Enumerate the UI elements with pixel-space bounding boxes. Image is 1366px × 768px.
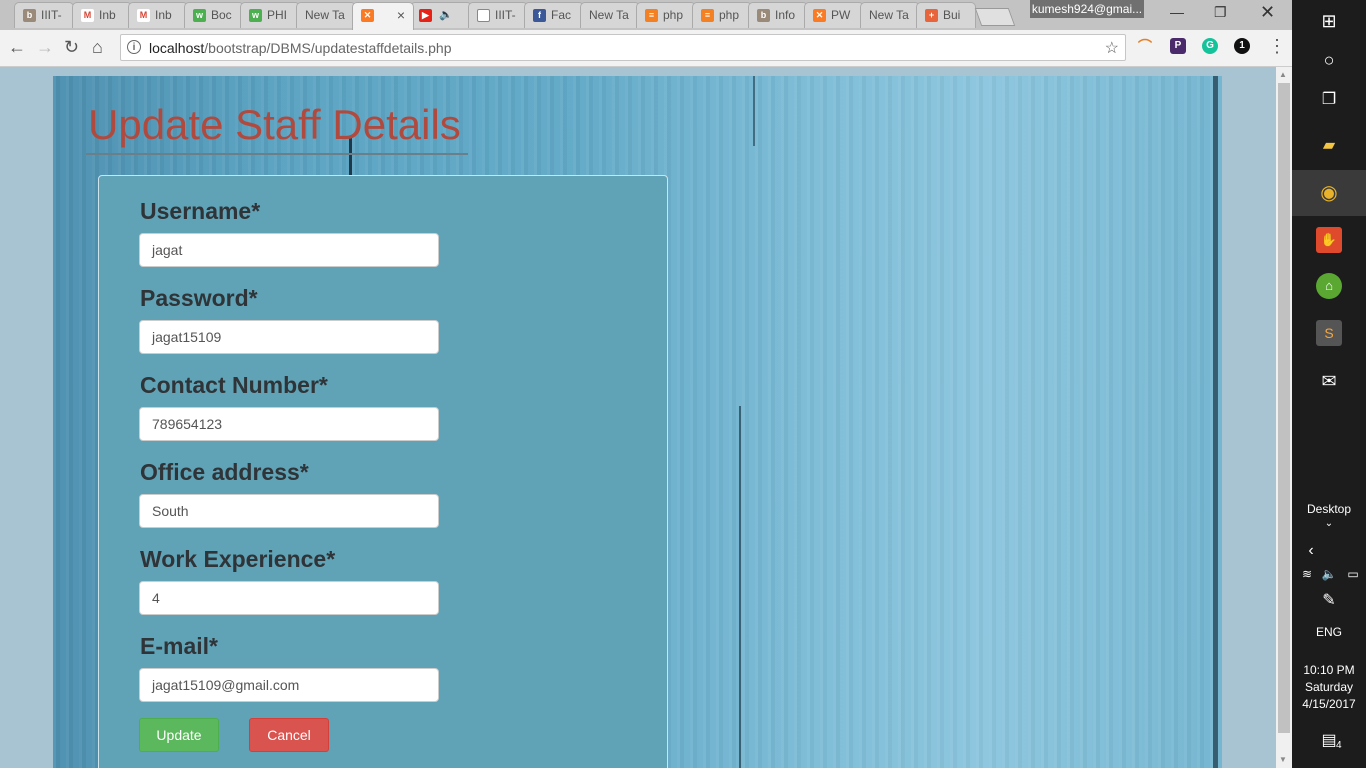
minimize-icon[interactable]: — <box>1170 4 1184 20</box>
home-icon[interactable]: ⌂ <box>92 37 103 58</box>
clock-date: 4/15/2017 <box>1302 697 1356 711</box>
password-label: Password* <box>140 285 258 311</box>
scroll-up-icon[interactable]: ▲ <box>1279 70 1287 79</box>
youtube-icon: ▶ <box>419 9 432 22</box>
address-bar[interactable]: i localhost/bootstrap/DBMS/updatestaffde… <box>120 34 1126 61</box>
password-field[interactable]: jagat15109 <box>139 320 439 354</box>
update-button[interactable]: Update <box>139 718 219 752</box>
plus-icon: + <box>925 9 938 22</box>
email-field[interactable]: jagat15109@gmail.com <box>139 668 439 702</box>
browser-tab-active[interactable]: ✕ × <box>352 2 414 30</box>
file-explorer-icon[interactable]: ▰ <box>1316 133 1342 159</box>
browser-tab[interactable]: New Ta <box>296 2 356 28</box>
browser-tab[interactable]: + Bui <box>916 2 976 28</box>
stackoverflow-icon: ≡ <box>701 9 714 22</box>
scroll-down-icon[interactable]: ▼ <box>1279 755 1287 764</box>
url-text: localhost/bootstrap/DBMS/updatestaffdeta… <box>149 40 452 56</box>
stackoverflow-icon: ≡ <box>645 9 658 22</box>
facebook-icon: f <box>533 9 546 22</box>
office-address-label: Office address* <box>140 459 309 485</box>
restore-icon[interactable]: ❐ <box>1214 4 1227 21</box>
browser-tab[interactable]: M Inb <box>72 2 132 28</box>
volume-icon[interactable]: 🔈 <box>1316 561 1342 587</box>
contact-number-label: Contact Number* <box>140 372 328 398</box>
browser-tab[interactable]: ✕ PW <box>804 2 864 28</box>
chevron-down-icon[interactable]: ⌄ <box>1292 518 1366 529</box>
speaker-icon: 🔈 <box>439 9 453 21</box>
username-field[interactable]: jagat <box>139 233 439 267</box>
close-tab-icon[interactable]: × <box>397 7 405 23</box>
red-app-icon[interactable]: ✋ <box>1316 227 1342 253</box>
xampp-icon: ✕ <box>361 9 374 22</box>
document-icon <box>477 9 490 22</box>
pen-icon[interactable]: ✎ <box>1316 588 1342 614</box>
browser-toolbar: ← → ↻ ⌂ i localhost/bootstrap/DBMS/updat… <box>0 30 1292 67</box>
clock-day: Saturday <box>1304 680 1354 694</box>
bookmark-star-icon[interactable]: ☆ <box>1105 38 1119 58</box>
bookpark-icon: b <box>23 9 36 22</box>
work-experience-label: Work Experience* <box>140 546 336 572</box>
office-address-field[interactable]: South <box>139 494 439 528</box>
cancel-button[interactable]: Cancel <box>249 718 329 752</box>
browser-tab[interactable]: b IIIT- <box>14 2 74 28</box>
title-divider <box>86 153 468 155</box>
notification-count: 4 <box>1336 740 1342 751</box>
w3schools-icon: w <box>249 9 262 22</box>
texture-crack <box>739 406 741 768</box>
mail-icon[interactable]: ✉ <box>1316 368 1342 394</box>
page-scrollbar[interactable]: ▲ ▼ <box>1276 67 1292 768</box>
email-label: E-mail* <box>140 633 218 659</box>
windows-taskbar: ⊞ ○ ❐ ▰ ◉ ✋ ⌂ S ✉ Desktop ⌄ ‹ ≋ 🔈 ▭ ✎ EN… <box>1292 0 1366 768</box>
browser-tab[interactable]: b Info <box>748 2 808 28</box>
green-app-icon[interactable]: ⌂ <box>1316 273 1342 299</box>
gmail-icon: M <box>137 9 150 22</box>
battery-icon[interactable]: ▭ <box>1340 561 1366 587</box>
new-tab-button[interactable] <box>974 8 1016 26</box>
username-label: Username* <box>140 198 261 224</box>
sublime-text-icon[interactable]: S <box>1316 320 1342 346</box>
windows-start-icon[interactable]: ⊞ <box>1316 8 1342 34</box>
bookpark-icon: b <box>757 9 770 22</box>
texture-crack <box>1213 76 1218 768</box>
chrome-icon[interactable]: ◉ <box>1316 180 1342 206</box>
grammarly-icon[interactable]: G <box>1202 38 1218 54</box>
browser-tab[interactable]: M Inb <box>128 2 188 28</box>
task-view-icon[interactable]: ❐ <box>1316 87 1342 113</box>
browser-tab[interactable]: New Ta <box>860 2 920 28</box>
page-title: Update Staff Details <box>88 101 461 148</box>
clock-time[interactable]: 10:10 PM <box>1292 663 1366 677</box>
w3schools-icon: w <box>193 9 206 22</box>
xampp-icon: ✕ <box>813 9 826 22</box>
tab-strip: b IIIT- M Inb M Inb w Boc w PHI New Ta ✕… <box>0 0 1292 30</box>
reload-icon[interactable]: ↻ <box>64 37 79 58</box>
extension-rainbow-icon[interactable]: ⌒ <box>1137 38 1153 54</box>
extension-1-icon[interactable]: 1 <box>1234 38 1250 54</box>
browser-tab[interactable]: w Boc <box>184 2 244 28</box>
browser-tab[interactable]: f Fac <box>524 2 584 28</box>
extension-p-icon[interactable]: P <box>1170 38 1186 54</box>
work-experience-field[interactable]: 4 <box>139 581 439 615</box>
browser-tab[interactable]: ▶ 🔈 <box>410 2 472 28</box>
cortana-icon[interactable]: ○ <box>1316 47 1342 73</box>
info-icon[interactable]: i <box>127 40 141 54</box>
browser-tab[interactable]: New Ta <box>580 2 640 28</box>
desktop-label[interactable]: Desktop <box>1292 502 1366 516</box>
gmail-icon: M <box>81 9 94 22</box>
scrollbar-thumb[interactable] <box>1278 83 1290 733</box>
back-icon[interactable]: ← <box>8 37 26 58</box>
menu-icon[interactable]: ⋮ <box>1268 36 1286 57</box>
profile-name[interactable]: kumesh924@gmai... <box>1030 0 1144 18</box>
texture-crack <box>753 76 755 146</box>
contact-number-field[interactable]: 789654123 <box>139 407 439 441</box>
language-indicator[interactable]: ENG <box>1292 625 1366 639</box>
forward-icon[interactable]: → <box>36 37 54 58</box>
browser-tab[interactable]: IIIT- <box>468 2 528 28</box>
close-window-icon[interactable]: ✕ <box>1260 2 1275 23</box>
browser-tab[interactable]: ≡ php <box>692 2 752 28</box>
browser-tab[interactable]: ≡ php <box>636 2 696 28</box>
browser-tab[interactable]: w PHI <box>240 2 300 28</box>
